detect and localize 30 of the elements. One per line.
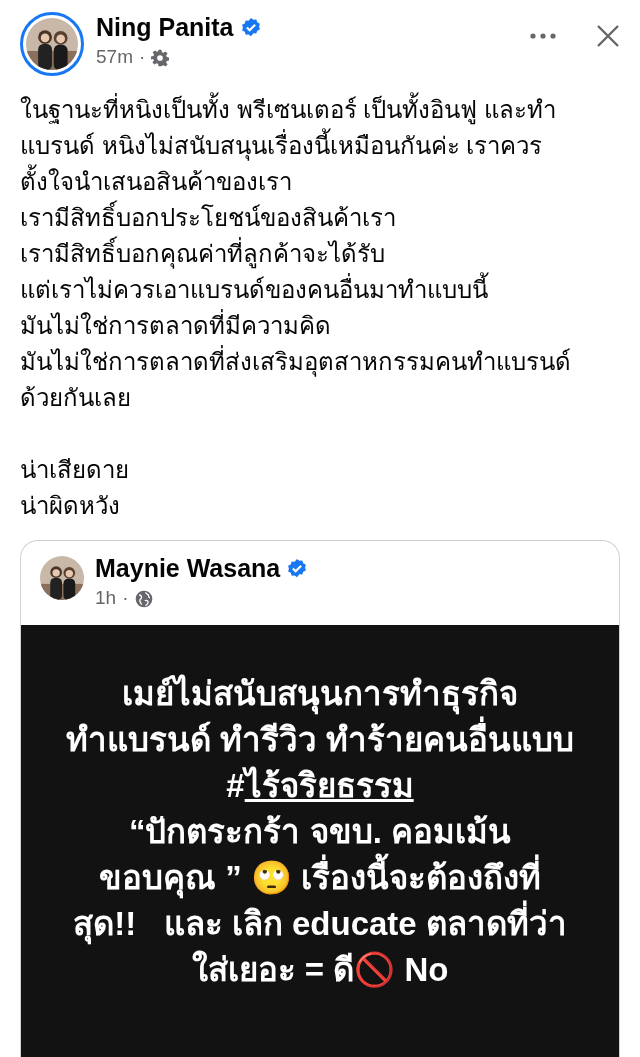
settings-icon xyxy=(151,48,170,67)
image-text-line: ใส่เยอะ = ดี🚫 No xyxy=(191,949,449,990)
separator-dot: · xyxy=(122,586,129,611)
author-name[interactable]: Ning Panita xyxy=(96,12,234,44)
hashtag-link[interactable]: #ไร้จริยธรรม xyxy=(226,762,414,809)
post-text-line: น่าเสียดาย xyxy=(20,455,129,485)
post-time[interactable]: 1h xyxy=(95,584,117,613)
story-ring[interactable] xyxy=(20,12,84,76)
post-text-line: เรามีสิทธิ์บอกประโยชน์ของสินค้าเรา xyxy=(20,200,396,236)
post-text-line: แต่เราไม่ควรเอาแบรนด์ของคนอื่นมาทำแบบนี้ xyxy=(20,272,488,308)
separator-dot: · xyxy=(138,45,146,70)
post-text-line: เรามีสิทธิ์บอกคุณค่าที่ลูกค้าจะได้รับ xyxy=(20,236,385,272)
post-text-line: มันไม่ใช่การตลาดที่ส่งเสริมอุตสาหกรรมคนทำแบรนด์ xyxy=(20,344,571,380)
post-text-line: แบรนด์ หนิงไม่สนับสนุนเรื่องนี้เหมือนกันค่ะ เราควร xyxy=(20,128,543,164)
image-text-line: เมย์ไม่สนับสนุนการทำธุรกิจ xyxy=(122,670,518,717)
image-text-line: ขอบคุณ ” 🙄 เรื่องนี้จะต้องถึงที่ xyxy=(99,854,541,901)
post-text-line: มันไม่ใช่การตลาดที่มีความคิด xyxy=(20,308,331,344)
post-text-line: ในฐานะที่หนิงเป็นทั้ง พรีเซนเตอร์ เป็นทั้งอินฟู และทำ xyxy=(20,92,556,128)
close-icon[interactable] xyxy=(596,24,620,48)
globe-icon xyxy=(134,588,155,609)
shared-post-card[interactable]: Maynie Wasana 1h · เมย์ไม่สนับสนุนการทำธุรกิจ ทำแบรนด์ ทำรีวิว ทำร้ายคนอื่นแบบ #ไร้จริยธรรม “ปักตระกร้า จขบ. คอมเม้น ขอบคุณ ” 🙄 เรื่องนี้จะต้องถึงที่ สุด!! และ เลิก educate ตลาดที่ว่า ใส่เยอะ = ดี🚫 No xyxy=(20,540,620,1057)
post-text-line: ด้วยกันเลย xyxy=(20,383,131,413)
post-text-line: น่าผิดหวัง xyxy=(20,491,120,521)
more-icon[interactable] xyxy=(530,33,556,39)
post-text-line: ตั้งใจนำเสนอสินค้าของเรา xyxy=(20,164,292,200)
image-text-line: “ปักตระกร้า จขบ. คอมเม้น xyxy=(129,811,511,852)
post-time[interactable]: 57m xyxy=(96,43,133,72)
image-text-line: ทำแบรนด์ ทำรีวิว ทำร้ายคนอื่นแบบ xyxy=(65,716,575,763)
author-name[interactable]: Maynie Wasana xyxy=(95,553,281,585)
image-text-line: สุด!! และ เลิก educate ตลาดที่ว่า xyxy=(73,900,567,947)
